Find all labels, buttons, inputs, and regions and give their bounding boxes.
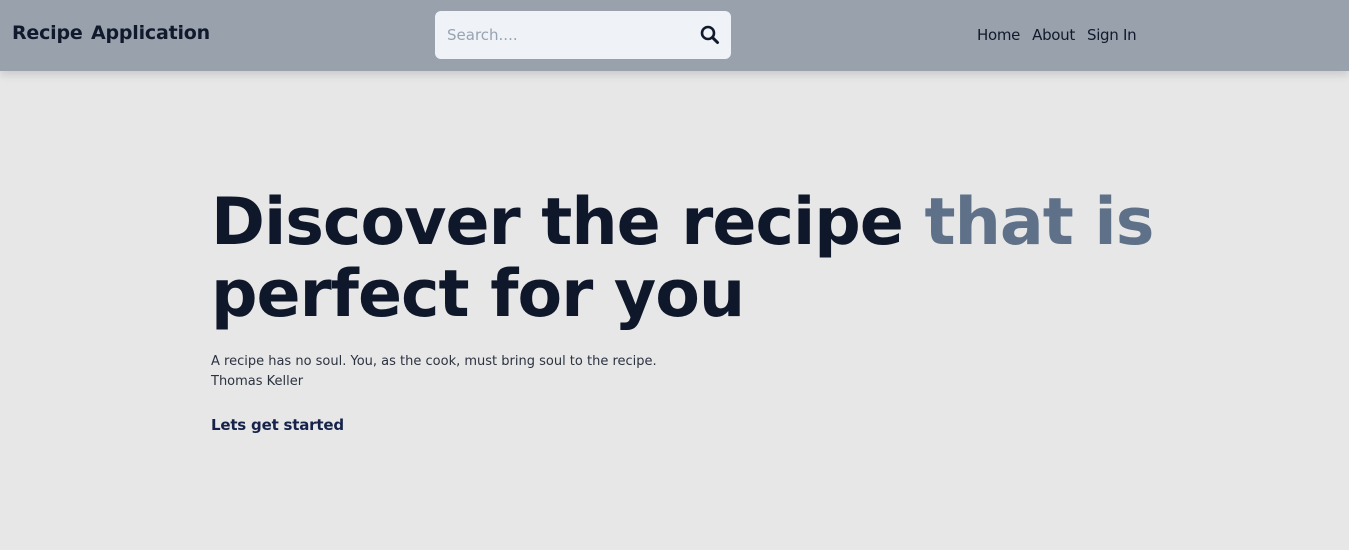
get-started-link[interactable]: Lets get started: [211, 416, 344, 434]
hero-quote: A recipe has no soul. You, as the cook, …: [211, 352, 1211, 392]
brand-logo-text[interactable]: Recipe Application: [12, 22, 210, 44]
hero-title-main: Discover the recipe: [211, 185, 925, 260]
hero-title-rest: perfect for you: [211, 257, 745, 332]
nav-link-home[interactable]: Home: [977, 26, 1020, 44]
quote-text: A recipe has no soul. You, as the cook, …: [211, 354, 657, 369]
nav-link-sign-in[interactable]: Sign In: [1087, 26, 1137, 44]
hero-title-accent: that is: [924, 185, 1155, 260]
hero-section: Discover the recipe that is perfect for …: [211, 187, 1211, 435]
quote-author: Thomas Keller: [211, 374, 304, 389]
hero-title: Discover the recipe that is perfect for …: [211, 187, 1211, 331]
nav-links: Home About Sign In: [977, 26, 1137, 44]
nav-link-about[interactable]: About: [1032, 26, 1075, 44]
search-icon[interactable]: [699, 24, 721, 46]
search-input[interactable]: [435, 11, 695, 59]
navbar: Recipe Application Home About Sign In: [0, 0, 1349, 71]
search-box: [435, 11, 731, 59]
